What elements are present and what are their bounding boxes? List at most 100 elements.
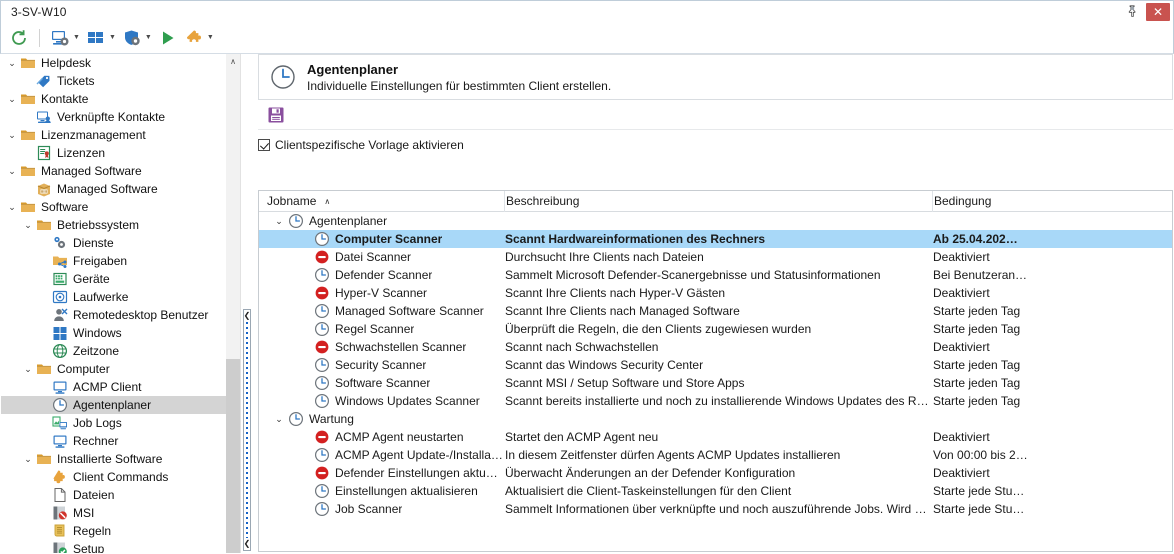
folder-icon [19, 55, 37, 71]
cell-beschreibung: Überprüft die Regeln, die den Clients zu… [505, 322, 812, 336]
sidebar-item-managed-software[interactable]: ⌄ Managed Software [1, 162, 227, 180]
chevron-down-icon[interactable]: ⌄ [21, 364, 35, 374]
window-title-bar: 3-SV-W10 ✕ [0, 0, 1174, 22]
chevron-down-icon[interactable]: ⌄ [271, 216, 287, 226]
jobs-grid[interactable]: Jobname ∧ Beschreibung Bedingung ⌄ Agente… [258, 190, 1173, 552]
chevron-down-icon[interactable]: ⌄ [5, 58, 19, 68]
column-header-jobname[interactable]: Jobname ∧ [259, 191, 504, 212]
scrollbar-thumb[interactable] [226, 359, 240, 553]
chevron-down-icon[interactable]: ▼ [73, 34, 80, 41]
refresh-button[interactable] [7, 25, 31, 51]
chevron-down-icon[interactable]: ⌄ [21, 454, 35, 464]
toolbar-separator [39, 28, 40, 47]
sidebar-item-managed-software[interactable]: Managed Software [1, 180, 227, 198]
table-row[interactable]: Schwachstellen Scanner Scannt nach Schwac… [259, 338, 1172, 356]
grid-group-row[interactable]: ⌄ Agentenplaner [259, 212, 1172, 230]
table-row[interactable]: Regel Scanner Überprüft die Regeln, die d… [259, 320, 1172, 338]
cell-jobname: Managed Software Scanner [259, 303, 504, 319]
sidebar-item-windows[interactable]: Windows [1, 324, 227, 342]
grid-group-row[interactable]: ⌄ Wartung [259, 410, 1172, 428]
sidebar-item-client-commands[interactable]: Client Commands [1, 468, 227, 486]
chevron-down-icon[interactable]: ⌄ [5, 166, 19, 176]
play-icon [162, 31, 174, 44]
sidebar-item-label: Managed Software [41, 164, 142, 178]
sidebar-item-regeln[interactable]: Regeln [1, 522, 227, 540]
sidebar-item-acmp-client[interactable]: ACMP Client [1, 378, 227, 396]
client-specific-template-option[interactable]: Clientspezifische Vorlage aktivieren [258, 136, 1173, 154]
sidebar-item-rechner[interactable]: Rechner [1, 432, 227, 450]
sidebar-item-zeitzone[interactable]: Zeitzone [1, 342, 227, 360]
table-row[interactable]: Windows Updates Scanner Scannt bereits in… [259, 392, 1172, 410]
sidebar-item-installierte-software[interactable]: ⌄ Installierte Software [1, 450, 227, 468]
pin-icon[interactable] [1121, 2, 1143, 22]
collapse-left-arrow-icon[interactable]: ❮ [244, 312, 251, 320]
sidebar-item-lizenzen[interactable]: Lizenzen [1, 144, 227, 162]
scroll-up-arrow-icon[interactable]: ∧ [226, 54, 240, 68]
chevron-down-icon[interactable]: ⌄ [5, 130, 19, 140]
tree-scrollbar[interactable]: ∧ [226, 54, 240, 553]
security-settings-button[interactable]: ▼ [120, 25, 154, 51]
chevron-down-icon[interactable]: ⌄ [5, 94, 19, 104]
table-row[interactable]: Job Scanner Sammelt Informationen über ve… [259, 500, 1172, 518]
clock-icon [313, 321, 331, 337]
sidebar-item-msi[interactable]: MSI [1, 504, 227, 522]
sidebar-item-setup[interactable]: Setup [1, 540, 227, 553]
sidebar-item-tickets[interactable]: Tickets [1, 72, 227, 90]
chevron-down-icon[interactable]: ▼ [145, 34, 152, 41]
sidebar-item-job-logs[interactable]: Job Logs [1, 414, 227, 432]
sidebar-item-laufwerke[interactable]: Laufwerke [1, 288, 227, 306]
cell-bedingung: Starte jede Stu… [933, 502, 1025, 516]
cell-beschreibung: Sammelt Microsoft Defender-Scanergebniss… [505, 268, 881, 282]
column-header-bedingung[interactable]: Bedingung [932, 191, 1172, 212]
collapse-left-arrow-icon-bottom[interactable]: ❮ [244, 540, 251, 548]
table-row[interactable]: Software Scanner Scannt MSI / Setup Softw… [259, 374, 1172, 392]
puzzle-icon [186, 30, 201, 42]
sidebar-item-software[interactable]: ⌄ Software [1, 198, 227, 216]
table-row[interactable]: Defender Einstellungen aktualisie…Überwa… [259, 464, 1172, 482]
sidebar-item-betriebssystem[interactable]: ⌄ Betriebssystem [1, 216, 227, 234]
chevron-down-icon[interactable]: ⌄ [21, 220, 35, 230]
monitor-icon [51, 379, 69, 395]
chevron-down-icon[interactable]: ▼ [207, 34, 214, 41]
table-row[interactable]: Computer Scanner Scannt Hardwareinformati… [259, 230, 1172, 248]
save-button[interactable] [267, 106, 285, 124]
column-header-beschreibung[interactable]: Beschreibung [504, 191, 932, 212]
sidebar-item-kontakte[interactable]: ⌄ Kontakte [1, 90, 227, 108]
client-settings-button[interactable]: ▼ [48, 25, 82, 51]
table-row[interactable]: Defender Scanner Sammelt Microsoft Defend… [259, 266, 1172, 284]
sidebar-item-computer[interactable]: ⌄ Computer [1, 360, 227, 378]
table-row[interactable]: Managed Software Scanner Scannt Ihre Clie… [259, 302, 1172, 320]
table-row[interactable]: Hyper-V Scanner Scannt Ihre Clients nach … [259, 284, 1172, 302]
sidebar-item-freigaben[interactable]: Freigaben [1, 252, 227, 270]
sidebar-item-lizenzmanagement[interactable]: ⌄ Lizenzmanagement [1, 126, 227, 144]
close-button[interactable]: ✕ [1146, 2, 1170, 21]
sidebar-item-ger-te[interactable]: Geräte [1, 270, 227, 288]
sidebar-item-label: Betriebssystem [57, 218, 140, 232]
clock-icon [313, 303, 331, 319]
client-specific-template-checkbox[interactable] [258, 139, 270, 151]
table-row[interactable]: Einstellungen aktualisieren Aktualisiert … [259, 482, 1172, 500]
table-row[interactable]: ACMP Agent neustarten Startet den ACMP Ag… [259, 428, 1172, 446]
client-command-button[interactable]: ▼ [182, 25, 216, 51]
sidebar-item-verkn-pfte-kontakte[interactable]: Verknüpfte Kontakte [1, 108, 227, 126]
table-row[interactable]: ACMP Agent Update-/Installation… In diese… [259, 446, 1172, 464]
layout-button[interactable]: ▼ [84, 25, 118, 51]
table-row[interactable]: Security Scanner Scannt das Windows Secur… [259, 356, 1172, 374]
sidebar-item-helpdesk[interactable]: ⌄ Helpdesk [1, 54, 227, 72]
job-name-label: Hyper-V Scanner [335, 286, 428, 300]
chevron-down-icon[interactable]: ⌄ [5, 202, 19, 212]
sidebar-item-dienste[interactable]: Dienste [1, 234, 227, 252]
panel-splitter[interactable]: ❮ ❮ [241, 54, 253, 553]
chevron-down-icon[interactable]: ▼ [109, 34, 116, 41]
chevron-down-icon[interactable]: ⌄ [271, 414, 287, 424]
clock-icon [51, 397, 69, 413]
splitter-grip[interactable]: ❮ ❮ [243, 309, 251, 551]
sidebar-item-label: Geräte [73, 272, 110, 286]
run-button[interactable] [156, 25, 180, 51]
navigation-tree[interactable]: ⌄ Helpdesk Tickets ⌄ Kontakte Verknüpfte Kont… [1, 54, 241, 553]
table-row[interactable]: Datei Scanner Durchsucht Ihre Clients nac… [259, 248, 1172, 266]
sidebar-item-dateien[interactable]: Dateien [1, 486, 227, 504]
sidebar-item-remotedesktop-benutzer[interactable]: Remotedesktop Benutzer [1, 306, 227, 324]
sidebar-item-agentenplaner[interactable]: Agentenplaner [1, 396, 227, 414]
cell-beschreibung: Scannt bereits installierte und noch zu … [505, 394, 932, 408]
